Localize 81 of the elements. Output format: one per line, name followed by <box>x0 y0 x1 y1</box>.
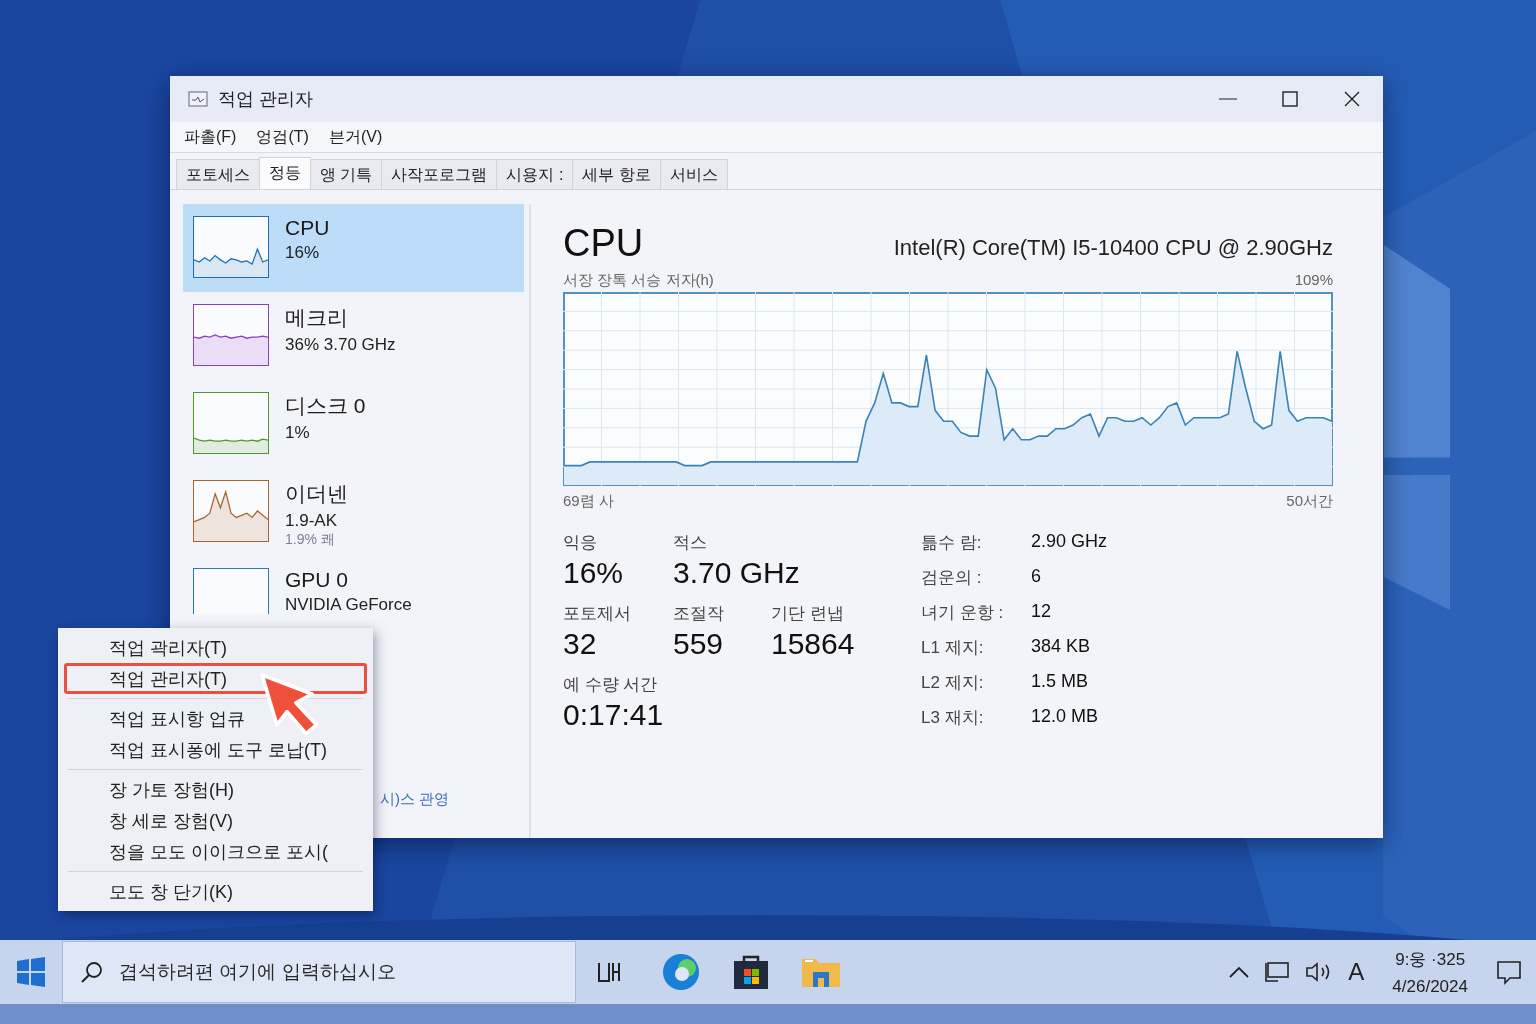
stat-value: 16% <box>563 555 624 591</box>
resource-name: 이더넨 <box>285 481 348 507</box>
tab[interactable]: 포토세스 <box>176 159 260 189</box>
graph-label: 서장 장톡 서승 저자(h) <box>563 271 714 290</box>
stat-label: 조절작 <box>673 603 724 625</box>
resource-name: 메크리 <box>285 305 349 331</box>
menu-item[interactable]: 장 가토 장험(H) <box>64 774 367 805</box>
spec-value: 2.90 GHz <box>1031 531 1108 553</box>
resource-note: 1.9% 쾌 <box>285 531 336 549</box>
stat-value: 3.70 GHz <box>673 555 800 591</box>
tab[interactable]: 서비스 <box>659 159 728 189</box>
resource-name: CPU <box>285 216 330 240</box>
search-icon <box>80 960 104 984</box>
graph-end-label: 50서간 <box>1286 492 1333 511</box>
stat-label: 포토제서 <box>563 603 631 625</box>
resource-reading: 16% <box>285 243 321 263</box>
spec-value: 384 KB <box>1031 636 1092 658</box>
network-icon[interactable] <box>1264 961 1291 983</box>
chevron-up-icon[interactable] <box>1228 965 1251 979</box>
resource-name: 디스크 0 <box>285 393 366 419</box>
sidebar-item[interactable]: 메크리 36% 3.70 GHz <box>183 292 524 380</box>
panel-title: CPU <box>563 222 644 265</box>
stat-value: 0:17:41 <box>563 697 664 733</box>
graph-start-label: 69렴 사 <box>563 492 614 511</box>
tab[interactable]: 시용지 : <box>496 159 574 189</box>
stat-label: 기단 련냅 <box>771 603 844 625</box>
spec-value: 12 <box>1031 601 1053 623</box>
window-title: 적업 관리자 <box>218 88 314 111</box>
app-icon <box>188 91 208 107</box>
spec-value: 6 <box>1031 566 1042 588</box>
menu-item[interactable]: 정을 모도 이이크으로 포시( <box>64 836 367 867</box>
spec-label: L3 재치: <box>921 707 985 729</box>
shopping-bag-icon <box>732 953 770 991</box>
input-indicator[interactable]: A <box>1348 958 1365 986</box>
windows-logo-icon <box>16 957 46 987</box>
menu-item[interactable]: 적업 표시퐁에 도구 로납(T) <box>64 734 367 765</box>
maximize-icon <box>1282 91 1298 107</box>
resource-reading: 36% 3.70 GHz <box>285 335 396 355</box>
stat-label: 예 수량 서간 <box>563 674 658 696</box>
sidebar-item[interactable]: GPU 0 NVIDIA GeForce <box>183 556 524 614</box>
menu-item[interactable]: 창 세로 장험(V) <box>64 805 367 836</box>
browser-icon <box>661 952 701 992</box>
menu-item[interactable]: 븐거(V) <box>328 126 383 148</box>
stat-value: 559 <box>673 626 724 662</box>
menu-item[interactable]: 적업 곽리자(T) <box>64 632 367 663</box>
stat-label: 익응 <box>563 532 597 554</box>
menu-item[interactable]: 적업 표시항 업큐 <box>64 703 367 734</box>
resource-name: GPU 0 <box>285 568 350 592</box>
stat-value: 15864 <box>771 626 855 662</box>
sidebar-item[interactable]: 디스크 0 1% <box>183 380 524 468</box>
resource-reading: 1.9-AK <box>285 511 338 531</box>
resource-reading: 1% <box>285 423 311 443</box>
stat-label: 적스 <box>673 532 707 554</box>
cpu-model: Intel(R) Core(TM) I5-10400 CPU @ 2.90GHz <box>893 235 1333 262</box>
clock[interactable]: 9:웅 ·325 4/26/2024 <box>1392 947 1468 997</box>
sidebar-item[interactable]: CPU 16% <box>183 204 524 292</box>
open-link[interactable]: 시)스 관영 <box>380 790 450 809</box>
notification-icon[interactable] <box>1496 959 1522 985</box>
spec-label: L2 제지: <box>921 672 985 694</box>
spec-value: 12.0 MB <box>1031 706 1100 728</box>
minimize-icon <box>1219 98 1237 100</box>
stat-value: 32 <box>563 626 597 662</box>
tab[interactable]: 정등 <box>259 157 311 189</box>
sidebar-item[interactable]: 이더넨 1.9-AK 1.9% 쾌 <box>183 468 524 556</box>
folder-icon <box>801 956 841 988</box>
menu-item[interactable]: 모도 창 단기(K) <box>64 876 367 907</box>
graph-max-label: 109% <box>1294 271 1333 290</box>
tab[interactable]: 앵 기특 <box>310 159 383 189</box>
spec-label: 녀기 운항 : <box>921 602 1005 624</box>
tab[interactable]: 사작포로그램 <box>381 159 498 189</box>
spec-label: L1 제지: <box>921 637 985 659</box>
menu-item[interactable]: 적업 관리자(T) <box>64 663 367 694</box>
menu-item[interactable]: 파촐(F) <box>184 126 237 148</box>
menu-item[interactable]: 엉검(T) <box>256 126 309 148</box>
tab[interactable]: 세부 항로 <box>572 159 661 189</box>
resource-reading: NVIDIA GeForce <box>285 595 412 614</box>
close-icon <box>1344 91 1360 107</box>
spec-label: 검운의 : <box>921 567 983 589</box>
spec-value: 1.5 MB <box>1031 671 1090 693</box>
search-field[interactable]: 겹석하려편 여기에 입력하십시오 <box>62 941 576 1003</box>
spec-label: 틂수 람: <box>921 532 983 554</box>
